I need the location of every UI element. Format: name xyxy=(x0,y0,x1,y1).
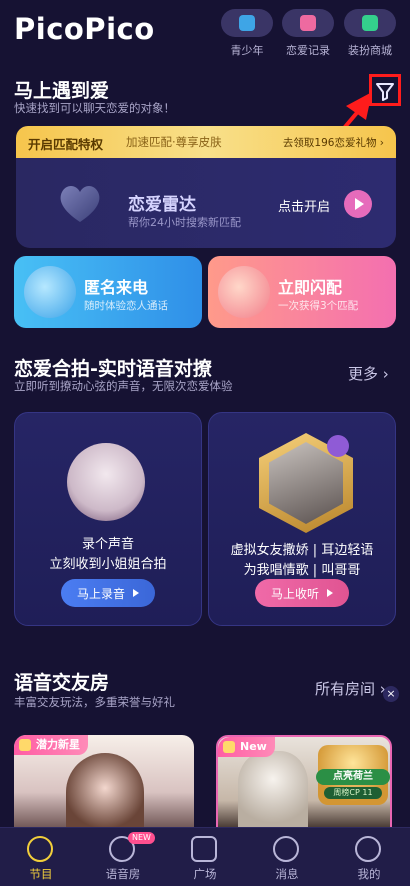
nav-label: 节目 xyxy=(29,867,53,881)
nav-item-square[interactable]: 广场 xyxy=(164,828,246,886)
profile-icon xyxy=(355,836,381,862)
flash-match-title: 立即闪配 xyxy=(278,278,343,297)
badge-title: 点亮荷兰 xyxy=(316,769,390,785)
teen-mode-button[interactable] xyxy=(221,9,273,37)
listen-voice-card[interactable]: 虚拟女友撒娇 | 耳边轻语 为我唱情歌 | 叫哥哥 马上收听 xyxy=(208,412,396,626)
nav-item-profile[interactable]: 我的 xyxy=(328,828,410,886)
room-card[interactable]: 潜力新星 xyxy=(14,735,194,830)
radar-title: 恋爱雷达 xyxy=(128,195,196,215)
radar-play-button[interactable] xyxy=(344,190,372,218)
nav-item-voice-room[interactable]: NEW 语音房 xyxy=(82,828,164,886)
radar-open-label[interactable]: 点击开启 xyxy=(278,196,330,215)
love-radar-card[interactable]: 恋爱雷达 帮你24小时搜索新匹配 点击开启 xyxy=(16,158,396,248)
match-privilege-banner[interactable]: 开启匹配特权 加速匹配·尊享皮肤 去领取196恋爱礼物 › xyxy=(16,126,396,158)
play-icon xyxy=(133,589,139,597)
banner-claim-link[interactable]: 去领取196恋爱礼物 › xyxy=(283,135,384,150)
nav-label: 广场 xyxy=(193,867,217,881)
record-line2: 立刻收到小姐姐合拍 xyxy=(49,557,167,572)
record-line1: 录个声音 xyxy=(81,537,134,552)
square-icon xyxy=(191,836,217,862)
program-icon xyxy=(27,836,53,862)
nav-item-message[interactable]: 消息 xyxy=(246,828,328,886)
flash-match-subtitle: 一次获得3个匹配 xyxy=(278,300,359,312)
music-note-icon xyxy=(327,435,349,457)
record-voice-card[interactable]: 录个声音 立刻收到小姐姐合拍 马上录音 xyxy=(14,412,202,626)
badge-subtitle: 周榜CP 11 xyxy=(324,787,382,799)
love-record-button[interactable] xyxy=(282,9,334,37)
room-card[interactable]: New 点亮荷兰 周榜CP 11 xyxy=(216,735,392,830)
all-rooms-link[interactable]: 所有房间 › xyxy=(315,678,386,699)
play-icon xyxy=(327,589,333,597)
teen-mode-label: 青少年 xyxy=(230,44,264,57)
message-icon xyxy=(273,836,299,862)
love-record-label: 恋爱记录 xyxy=(286,44,330,57)
close-icon[interactable]: × xyxy=(383,686,399,702)
listen-line2: 为我唱情歌 | 叫哥哥 xyxy=(243,563,361,578)
flash-match-card[interactable]: 立即闪配 一次获得3个匹配 xyxy=(208,256,396,328)
anonymous-call-subtitle: 随时体验恋人通话 xyxy=(84,300,168,312)
app-logo: PicoPico xyxy=(14,12,155,46)
love-record-icon xyxy=(300,15,316,31)
shop-label: 装扮商城 xyxy=(348,44,392,57)
duet-section-title: 恋爱合拍-实时语音对撩 xyxy=(14,358,212,380)
banner-desc: 加速匹配·尊享皮肤 xyxy=(126,135,222,149)
listen-now-label: 马上收听 xyxy=(270,586,319,601)
record-now-button[interactable]: 马上录音 xyxy=(61,579,155,607)
bottom-navigation: 节目 NEW 语音房 广场 消息 我的 xyxy=(0,827,410,886)
meet-subtitle: 快速找到可以聊天恋爱的对象！ xyxy=(14,101,175,115)
new-badge: NEW xyxy=(128,832,155,844)
bubble-chat-icon xyxy=(218,266,270,318)
rooms-subtitle: 丰富交友玩法，多重荣誉与好礼 xyxy=(14,695,175,709)
gift-shop-icon xyxy=(362,15,378,31)
duet-section-subtitle: 立即听到撩动心弦的声音，无限次恋爱体验 xyxy=(14,379,233,393)
room-cover-image xyxy=(238,751,308,828)
shield-star-icon xyxy=(239,15,255,31)
listen-line1: 虚拟女友撒娇 | 耳边轻语 xyxy=(230,543,374,558)
radar-subtitle: 帮你24小时搜索新匹配 xyxy=(128,216,241,229)
nav-item-program[interactable]: 节目 xyxy=(0,828,82,886)
star-icon xyxy=(19,739,31,751)
rooms-title: 语音交友房 xyxy=(14,672,110,694)
banner-title: 开启匹配特权 xyxy=(28,137,104,152)
nav-label: 我的 xyxy=(357,867,381,881)
record-now-label: 马上录音 xyxy=(76,586,125,601)
heart-icon xyxy=(60,186,100,222)
avatar xyxy=(67,443,145,521)
anonymous-call-card[interactable]: 匿名来电 随时体验恋人通话 xyxy=(14,256,202,328)
meet-title: 马上遇到爱 xyxy=(14,80,110,102)
moon-cloud-icon xyxy=(24,266,76,318)
star-icon xyxy=(223,741,235,753)
listen-now-button[interactable]: 马上收听 xyxy=(255,579,349,607)
room-cover-image xyxy=(66,753,144,830)
shop-button[interactable] xyxy=(344,9,396,37)
nav-label: 语音房 xyxy=(105,867,141,881)
anonymous-call-title: 匿名来电 xyxy=(84,278,149,297)
nav-label: 消息 xyxy=(275,867,299,881)
duet-more-link[interactable]: 更多 › xyxy=(348,363,389,384)
